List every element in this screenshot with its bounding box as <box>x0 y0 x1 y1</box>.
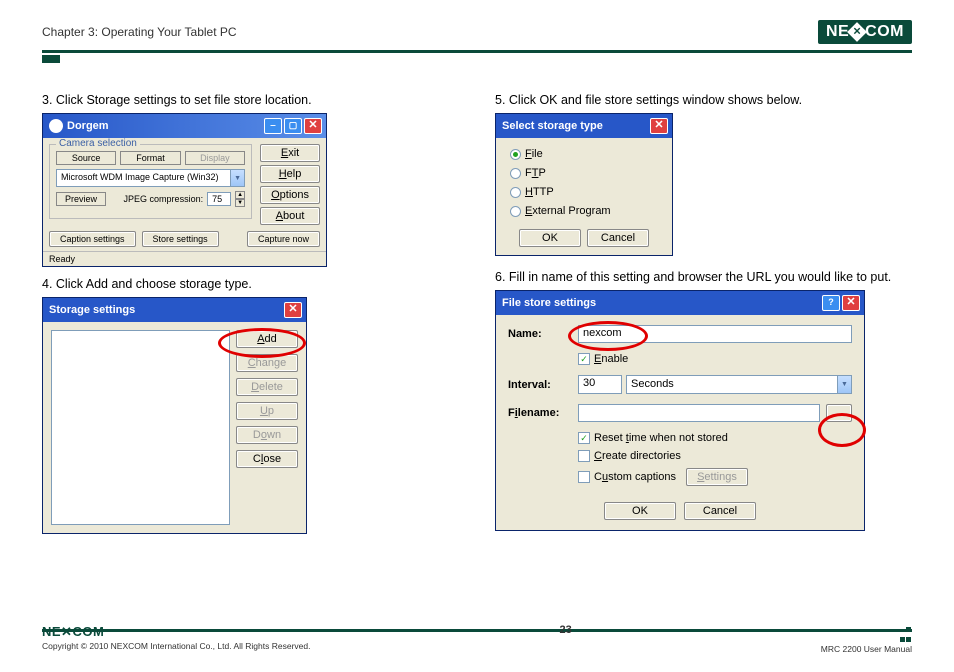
step-5-text: 5. Click OK and file store settings wind… <box>495 93 912 107</box>
content-columns: 3. Click Storage settings to set file st… <box>42 93 912 544</box>
cancel-button[interactable]: Cancel <box>587 229 649 247</box>
corner-decoration <box>900 624 912 644</box>
radio-file[interactable]: File <box>510 148 658 160</box>
app-icon <box>49 119 63 133</box>
minimize-button[interactable]: ‒ <box>264 118 282 134</box>
custom-captions-checkbox[interactable]: Custom captions <box>578 471 676 483</box>
header-rule <box>42 50 912 53</box>
radio-ftp[interactable]: FTP <box>510 167 658 179</box>
header-block-accent <box>42 55 60 63</box>
device-dropdown[interactable]: Microsoft WDM Image Capture (Win32) <box>56 169 245 187</box>
interval-input[interactable]: 30 <box>578 375 622 394</box>
dorgem-body: Camera selection Source Format Display M… <box>43 138 326 231</box>
footer-logo: NE✕COM <box>42 624 310 640</box>
browse-button[interactable]: ... <box>826 404 852 422</box>
filename-label: Filename: <box>508 407 572 419</box>
dorgem-side-buttons: Exit Help Options About <box>260 144 320 225</box>
logo-x-icon: ✕ <box>847 22 867 42</box>
page-header: Chapter 3: Operating Your Tablet PC NE✕C… <box>42 20 912 44</box>
name-input[interactable]: nexcom <box>578 325 852 343</box>
jpeg-label: JPEG compression: <box>110 194 203 204</box>
enable-checkbox[interactable]: ✓Enable <box>578 353 852 365</box>
step-6-text: 6. Fill in name of this setting and brow… <box>495 270 912 284</box>
close-button-2[interactable]: Close <box>236 450 298 468</box>
select-title: Select storage type <box>502 120 603 132</box>
dorgem-titlebar[interactable]: Dorgem ‒ ▢ ✕ <box>43 114 326 138</box>
status-bar: Ready <box>43 251 326 266</box>
dropdown-arrow-icon <box>837 376 851 393</box>
jpeg-spin-up[interactable]: ▲ <box>235 191 245 199</box>
jpeg-spin-down[interactable]: ▼ <box>235 199 245 207</box>
help-button[interactable]: ? <box>822 295 840 311</box>
dorgem-dialog: Dorgem ‒ ▢ ✕ Camera selection Source For… <box>42 113 327 267</box>
cancel-button[interactable]: Cancel <box>684 502 756 520</box>
interval-unit-value: Seconds <box>631 378 674 390</box>
col-left: 3. Click Storage settings to set file st… <box>42 93 459 544</box>
radio-http[interactable]: HTTP <box>510 186 658 198</box>
delete-button[interactable]: Delete <box>236 378 298 396</box>
maximize-button[interactable]: ▢ <box>284 118 302 134</box>
reset-time-checkbox[interactable]: ✓Reset time when not stored <box>578 432 852 444</box>
step-3-text: 3. Click Storage settings to set file st… <box>42 93 459 107</box>
select-storage-type-dialog: Select storage type ✕ File FTP HTTP Exte… <box>495 113 673 256</box>
nexcom-logo: NE✕COM <box>818 20 912 44</box>
manual-name: MRC 2200 User Manual <box>821 644 912 654</box>
storage-title: Storage settings <box>49 304 135 316</box>
down-button[interactable]: Down <box>236 426 298 444</box>
dorgem-title: Dorgem <box>67 120 109 132</box>
interval-unit-dropdown[interactable]: Seconds <box>626 375 852 394</box>
storage-titlebar[interactable]: Storage settings ✕ <box>43 298 306 322</box>
col-right: 5. Click OK and file store settings wind… <box>495 93 912 544</box>
add-button[interactable]: Add <box>236 330 298 348</box>
source-button[interactable]: Source <box>56 151 116 165</box>
camera-selection-group: Camera selection Source Format Display M… <box>49 144 252 219</box>
close-button[interactable]: ✕ <box>304 118 322 134</box>
storage-listbox[interactable] <box>51 330 230 525</box>
change-button[interactable]: Change <box>236 354 298 372</box>
about-button[interactable]: About <box>260 207 320 225</box>
radio-external[interactable]: External Program <box>510 205 658 217</box>
up-button[interactable]: Up <box>236 402 298 420</box>
ok-button[interactable]: OK <box>604 502 676 520</box>
close-button[interactable]: ✕ <box>842 295 860 311</box>
select-titlebar[interactable]: Select storage type ✕ <box>496 114 672 138</box>
create-dirs-checkbox[interactable]: Create directories <box>578 450 852 462</box>
preview-button[interactable]: Preview <box>56 192 106 206</box>
close-button[interactable]: ✕ <box>284 302 302 318</box>
exit-button[interactable]: Exit <box>260 144 320 162</box>
jpeg-input[interactable]: 75 <box>207 192 231 206</box>
help-button[interactable]: Help <box>260 165 320 183</box>
display-button[interactable]: Display <box>185 151 245 165</box>
settings-button[interactable]: Settings <box>686 468 748 486</box>
capture-now-button[interactable]: Capture now <box>247 231 320 247</box>
options-button[interactable]: Options <box>260 186 320 204</box>
chapter-title: Chapter 3: Operating Your Tablet PC <box>42 25 237 39</box>
caption-settings-button[interactable]: Caption settings <box>49 231 136 247</box>
camera-selection-label: Camera selection <box>56 138 140 149</box>
name-label: Name: <box>508 328 572 340</box>
close-button[interactable]: ✕ <box>650 118 668 134</box>
dropdown-arrow-icon <box>230 170 244 186</box>
file-titlebar[interactable]: File store settings ? ✕ <box>496 291 864 315</box>
filename-input[interactable] <box>578 404 820 422</box>
format-button[interactable]: Format <box>120 151 180 165</box>
store-settings-button[interactable]: Store settings <box>142 231 219 247</box>
copyright-text: Copyright © 2010 NEXCOM International Co… <box>42 641 310 651</box>
ok-button[interactable]: OK <box>519 229 581 247</box>
device-value: Microsoft WDM Image Capture (Win32) <box>61 172 219 182</box>
page: Chapter 3: Operating Your Tablet PC NE✕C… <box>0 0 954 584</box>
step-4-text: 4. Click Add and choose storage type. <box>42 277 459 291</box>
file-title: File store settings <box>502 297 596 309</box>
interval-label: Interval: <box>508 379 572 391</box>
storage-settings-dialog: Storage settings ✕ Add Change Delete Up … <box>42 297 307 534</box>
storage-body: Add Change Delete Up Down Close <box>43 322 306 533</box>
file-store-settings-dialog: File store settings ? ✕ Name: nexcom ✓En… <box>495 290 865 531</box>
page-footer: NE✕COM Copyright © 2010 NEXCOM Internati… <box>0 624 954 654</box>
page-number: 23 <box>560 624 572 636</box>
